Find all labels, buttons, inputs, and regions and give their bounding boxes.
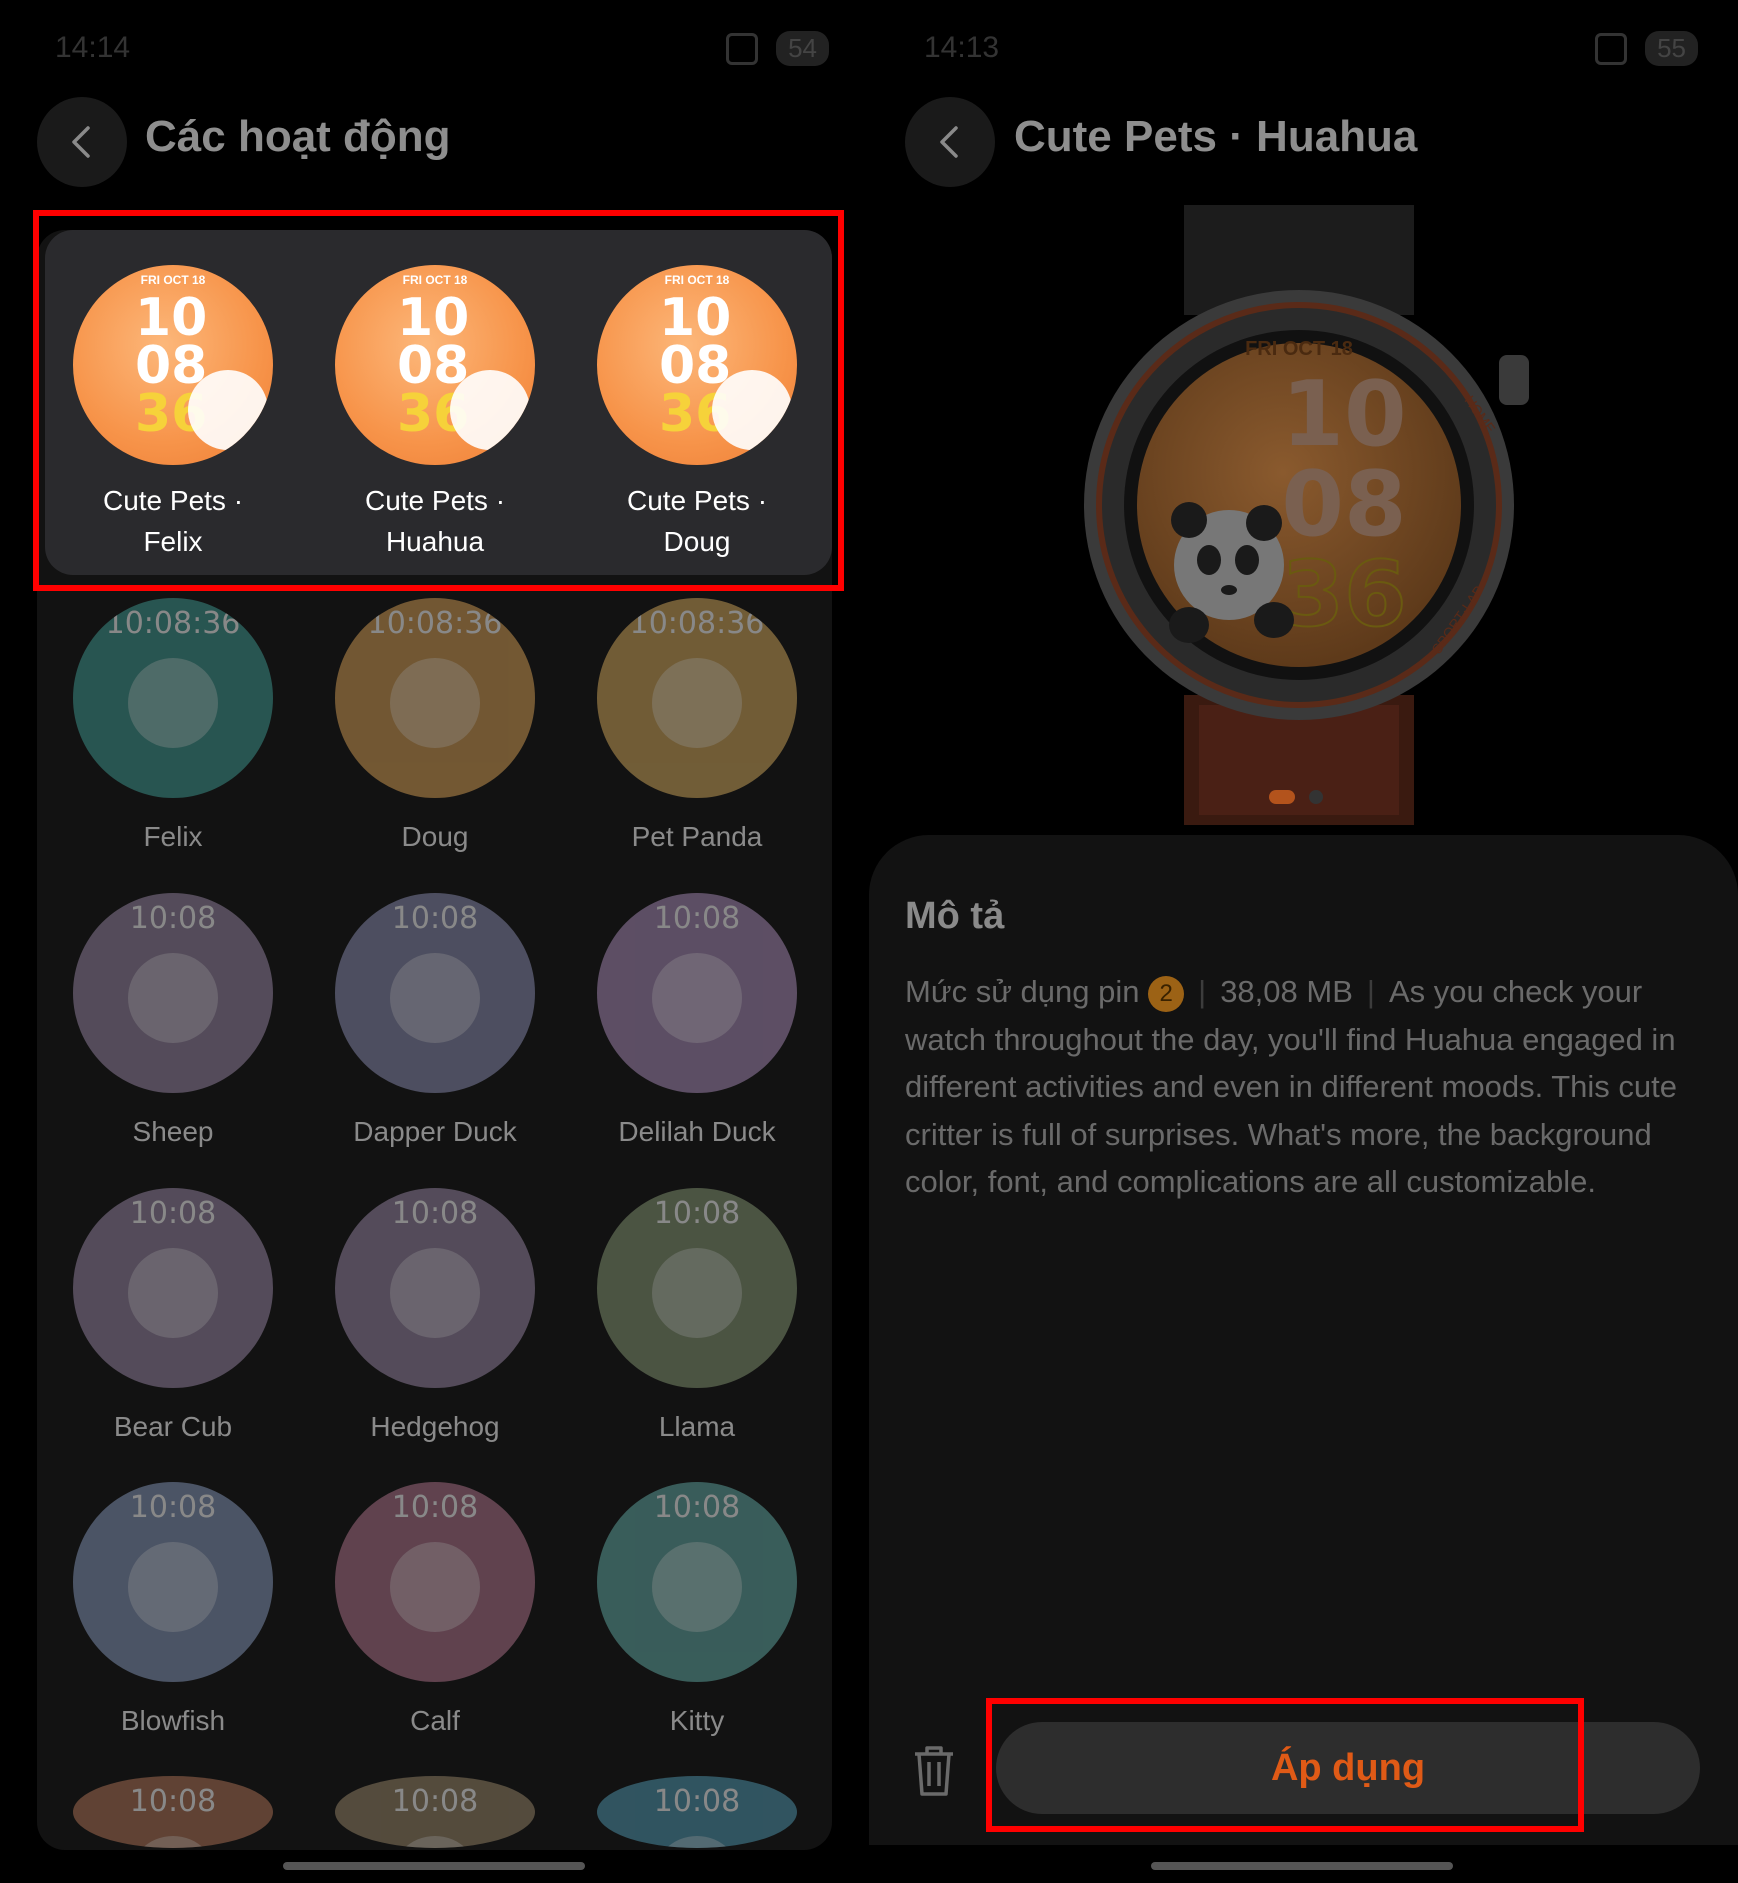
pet-icon bbox=[390, 658, 480, 748]
page-title: Các hoạt động bbox=[145, 112, 451, 161]
battery-indicator: 55 bbox=[1645, 30, 1698, 66]
watch-face-detail-screen: 14:13 55 Cute Pets · Huahua FRI OCT 18 1… bbox=[869, 0, 1738, 1883]
watch-face-list-screen: 14:14 54 Các hoạt động FRI OCT 18 10 08 36 C… bbox=[0, 0, 869, 1883]
carousel-dot-active[interactable] bbox=[1269, 790, 1295, 804]
face-label: Llama bbox=[658, 1411, 736, 1442]
watch-face-thumbnail[interactable]: 10:08:36 bbox=[73, 598, 273, 798]
watch-face-thumbnail[interactable]: 10:08:36 bbox=[597, 598, 797, 798]
separator: | bbox=[1366, 974, 1375, 1009]
watch-face-thumbnail[interactable]: 10:08 bbox=[597, 1776, 797, 1848]
watch-face-thumbnail[interactable]: 10:08 bbox=[73, 893, 273, 1093]
face-time: 10:08 bbox=[391, 1196, 479, 1231]
face-label: Bear Cub bbox=[113, 1411, 233, 1442]
face-time: 10:08 bbox=[391, 1490, 479, 1525]
watch-face-thumbnail[interactable]: 10:08 bbox=[335, 893, 535, 1093]
signal-icon bbox=[725, 32, 758, 65]
face-time: 10:08 bbox=[129, 901, 217, 936]
apply-button-highlight bbox=[986, 1698, 1584, 1832]
watch-face-thumbnail[interactable]: 10:08:36 bbox=[335, 598, 535, 798]
active-faces-highlight bbox=[33, 210, 844, 591]
face-time: 10:08:36 bbox=[629, 606, 765, 641]
watch-face-thumbnail[interactable]: 10:08 bbox=[597, 1482, 797, 1682]
pet-icon bbox=[390, 1542, 480, 1632]
face-time: 10:08 bbox=[129, 1784, 217, 1819]
pet-icon bbox=[652, 1248, 742, 1338]
face-label: Kitty bbox=[669, 1705, 725, 1736]
face-label: Blowfish bbox=[120, 1705, 226, 1736]
face-label: Felix bbox=[143, 821, 203, 852]
face-label: Hedgehog bbox=[370, 1411, 500, 1442]
watch-face-thumbnail[interactable]: 10:08 bbox=[335, 1482, 535, 1682]
signal-icon bbox=[1594, 32, 1627, 65]
face-time: 10:08 bbox=[653, 1784, 741, 1819]
pet-icon bbox=[652, 1542, 742, 1632]
face-time: 10:08:36 bbox=[105, 606, 241, 641]
face-label: Calf bbox=[410, 1705, 460, 1736]
face-label: Sheep bbox=[132, 1116, 214, 1147]
status-time: 14:13 bbox=[924, 31, 1000, 64]
status-time: 14:14 bbox=[55, 31, 131, 64]
battery-usage-label: Mức sử dụng pin bbox=[905, 974, 1140, 1009]
battery-indicator: 54 bbox=[776, 30, 829, 66]
watch-face-thumbnail[interactable]: 10:08 bbox=[597, 1188, 797, 1388]
face-label: Delilah Duck bbox=[618, 1116, 776, 1147]
pet-icon bbox=[128, 1542, 218, 1632]
face-time: 10:08 bbox=[653, 1196, 741, 1231]
status-bar: 14:14 54 bbox=[55, 28, 829, 68]
watch-face-thumbnail[interactable]: 10:08 bbox=[335, 1776, 535, 1848]
face-time: 10:08 bbox=[129, 1196, 217, 1231]
file-size: 38,08 MB bbox=[1220, 974, 1353, 1009]
pet-icon bbox=[128, 658, 218, 748]
watch-second: 36 bbox=[1281, 542, 1406, 647]
back-button[interactable] bbox=[37, 97, 127, 187]
face-time: 10:08 bbox=[653, 1490, 741, 1525]
face-time: 10:08:36 bbox=[367, 606, 503, 641]
face-time: 10:08 bbox=[129, 1490, 217, 1525]
status-bar: 14:13 55 bbox=[924, 28, 1698, 68]
watch-face-thumbnail[interactable]: 10:08 bbox=[73, 1776, 273, 1848]
description-title: Mô tả bbox=[905, 895, 1005, 937]
face-time: 10:08 bbox=[391, 1784, 479, 1819]
chevron-left-icon bbox=[940, 126, 958, 158]
status-icons: 55 bbox=[1581, 30, 1698, 66]
chevron-left-icon bbox=[72, 126, 90, 158]
face-time: 10:08 bbox=[653, 901, 741, 936]
pet-icon bbox=[390, 953, 480, 1043]
page-title: Cute Pets · Huahua bbox=[1014, 112, 1418, 161]
face-time: 10:08 bbox=[391, 901, 479, 936]
pet-icon bbox=[128, 1248, 218, 1338]
pet-icon bbox=[652, 953, 742, 1043]
pet-icon bbox=[390, 1248, 480, 1338]
carousel-dot[interactable] bbox=[1309, 790, 1323, 804]
watch-date: FRI OCT 18 bbox=[1245, 338, 1353, 360]
home-indicator bbox=[1151, 1862, 1453, 1870]
face-label: Doug bbox=[401, 821, 469, 852]
watch-face-thumbnail[interactable]: 10:08 bbox=[73, 1188, 273, 1388]
watch-face-thumbnail[interactable]: 10:08 bbox=[597, 893, 797, 1093]
watch-preview-image: FRI OCT 18 10 08 36 HOME SPORT·LAP bbox=[1084, 205, 1529, 825]
status-icons: 54 bbox=[712, 30, 829, 66]
back-button[interactable] bbox=[905, 97, 995, 187]
pet-icon bbox=[652, 658, 742, 748]
separator: | bbox=[1198, 974, 1207, 1009]
carousel-indicator bbox=[1269, 790, 1323, 804]
watch-face-thumbnail[interactable]: 10:08 bbox=[73, 1482, 273, 1682]
battery-usage-badge: 2 bbox=[1148, 975, 1185, 1012]
face-label: Pet Panda bbox=[631, 821, 763, 852]
description-text: Mức sử dụng pin 2 | 38,08 MB | As you check … bbox=[905, 968, 1705, 1206]
face-label: Dapper Duck bbox=[353, 1116, 517, 1147]
watch-face-thumbnail[interactable]: 10:08 bbox=[335, 1188, 535, 1388]
home-indicator bbox=[283, 1862, 585, 1870]
trash-icon[interactable] bbox=[909, 1742, 959, 1798]
pet-icon bbox=[128, 953, 218, 1043]
